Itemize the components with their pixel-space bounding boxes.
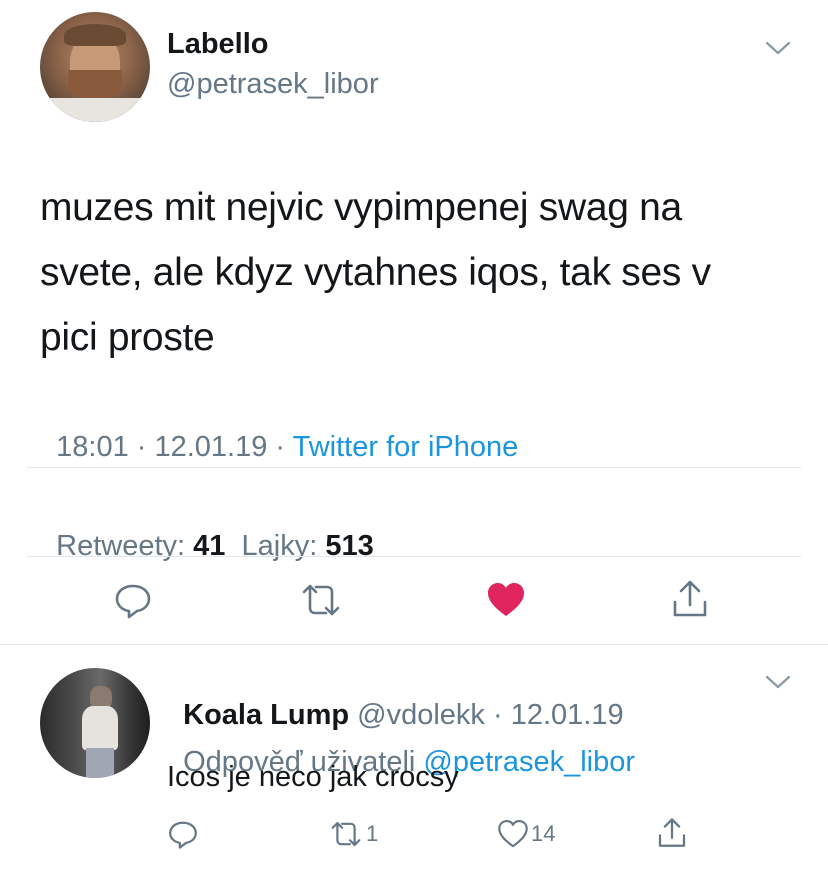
author-handle[interactable]: @petrasek_libor [167, 68, 379, 101]
likes-label: Lajky: [241, 530, 318, 562]
reply-like-button[interactable]: 14 [497, 818, 555, 850]
tweet-date[interactable]: 12.01.19 [154, 431, 267, 463]
retweet-button[interactable] [298, 580, 344, 620]
tweet-meta: 18:01 · 12.01.19 · Twitter for iPhone [40, 398, 518, 464]
reply-button[interactable] [113, 580, 153, 620]
divider [0, 644, 828, 645]
separator: · [128, 431, 155, 463]
tweet-time[interactable]: 18:01 [56, 431, 129, 463]
divider [27, 467, 801, 468]
reply-retweet-count: 1 [366, 821, 379, 846]
likes-count: 513 [325, 530, 374, 562]
retweets-label: Retweety: [56, 530, 186, 562]
retweets-count: 41 [193, 530, 226, 562]
reply-author-avatar[interactable] [40, 668, 150, 778]
retweets-stat[interactable]: Retweety: 41 [56, 530, 225, 562]
tweet-text-line: pici proste [40, 316, 215, 359]
separator: · [267, 431, 293, 463]
reply-icon [115, 584, 151, 619]
share-button[interactable] [670, 578, 710, 620]
tweet-stats: Retweety: 41 Lajky: 513 [40, 497, 374, 563]
share-icon [673, 580, 707, 617]
author-avatar[interactable] [40, 12, 150, 122]
heart-outline-icon [498, 819, 528, 848]
divider [27, 556, 801, 557]
tweet-source-link[interactable]: Twitter for iPhone [293, 431, 519, 463]
likes-stat[interactable]: Lajky: 513 [242, 530, 374, 562]
reply-retweet-button[interactable]: 1 [328, 818, 378, 850]
like-button[interactable] [485, 580, 527, 620]
tweet-text-line: svete, ale kdyz vytahnes iqos, tak ses v [40, 251, 711, 294]
reply-like-count: 14 [531, 821, 556, 846]
retweet-icon [302, 584, 340, 616]
tweet-text-line: muzes mit nejvic vypimpenej swag na [40, 186, 682, 229]
reply-share-button[interactable] [656, 816, 688, 850]
author-name[interactable]: Labello [167, 28, 269, 61]
reply-reply-button[interactable] [167, 818, 199, 850]
share-icon [658, 818, 686, 847]
chevron-down-icon[interactable] [764, 38, 792, 58]
chevron-down-icon[interactable] [764, 672, 792, 692]
tweet-text: muzes mit nejvic vypimpenej swag na svet… [40, 175, 711, 370]
retweet-icon [331, 821, 361, 847]
heart-filled-icon [488, 583, 524, 616]
reply-text: Icos je neco jak crocsy [167, 761, 459, 793]
reply-icon [169, 821, 197, 849]
